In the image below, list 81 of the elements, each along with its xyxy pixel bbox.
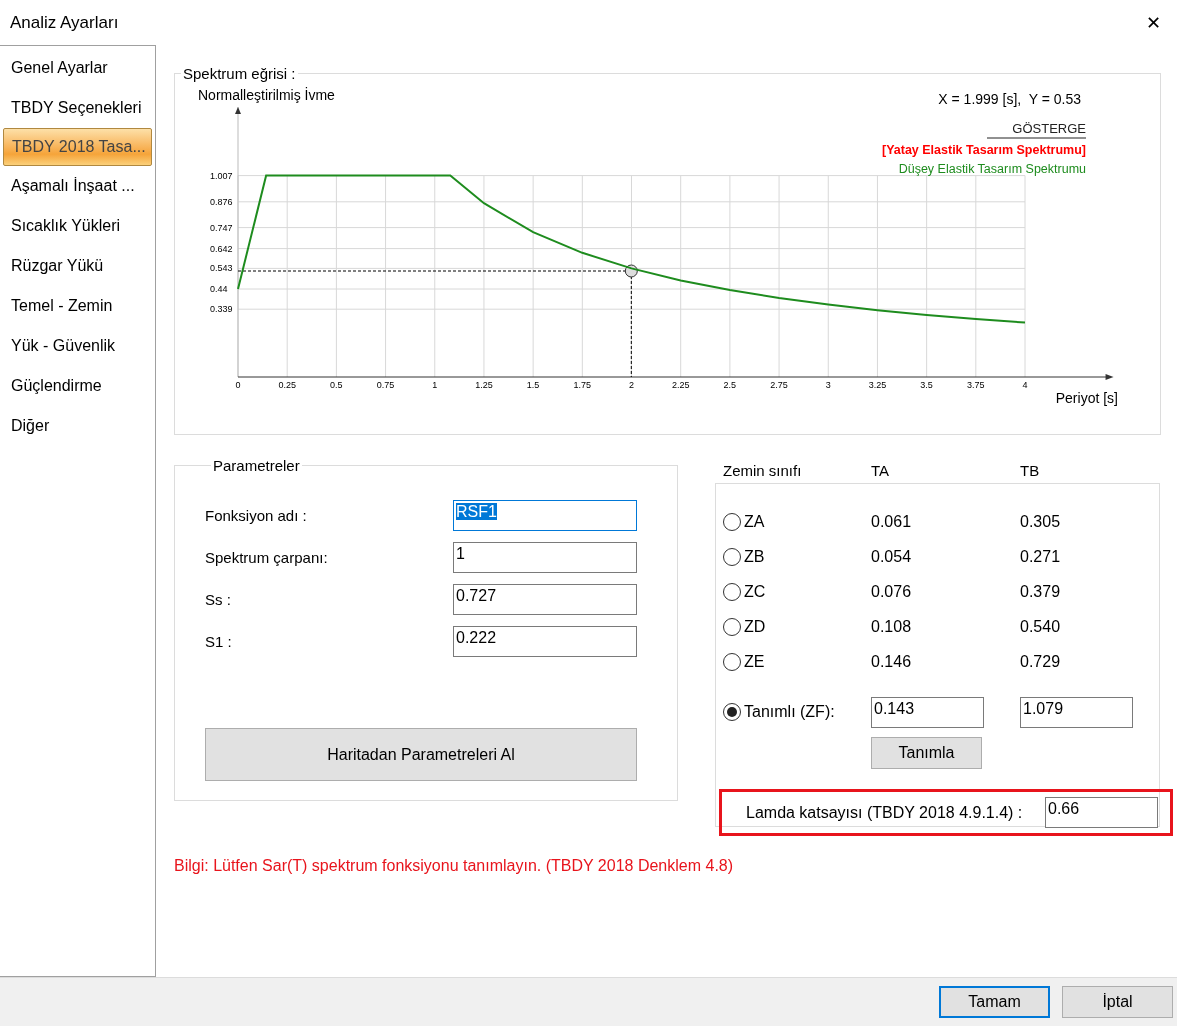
dialog-button[interactable]: İptal [1062, 986, 1173, 1018]
group-title: Parametreler [212, 457, 301, 474]
input-field[interactable]: 1.079 [1020, 696, 1133, 728]
x-tick-label: 1.25 [475, 380, 493, 390]
y-tick-label: 0.876 [210, 196, 233, 207]
group-title: Spektrum eğrisi : [182, 65, 297, 82]
column-header: Zemin sınıfı [723, 461, 803, 479]
y-tick-label: 0.339 [210, 304, 233, 315]
x-tick-label: 3.25 [868, 380, 887, 390]
map-parameters-button[interactable]: Haritadan Parametreleri Al [205, 728, 637, 781]
x-tick-label: 2.5 [723, 380, 737, 390]
legend-entry[interactable]: [Yatay Elastik Tasarım Spektrumu] [881, 143, 1086, 157]
input-field[interactable]: 1 [453, 541, 637, 573]
field-label: Spektrum çarpanı: [205, 548, 328, 566]
define-button[interactable]: Tanımla [871, 737, 982, 769]
sidebar-item[interactable]: Aşamalı İnşaat ... [0, 166, 152, 206]
y-tick-label: 1.007 [210, 170, 233, 181]
x-tick-label: 2.25 [671, 380, 690, 390]
input-field[interactable]: 0.222 [453, 625, 637, 657]
tb-value: 0.729 [1020, 652, 1062, 671]
radio-button[interactable]: ZA [723, 512, 871, 531]
ta-value: 0.146 [871, 652, 913, 671]
field-label: S1 : [205, 632, 232, 650]
y-tick-label: 0.44 [210, 284, 228, 294]
input-field[interactable]: 0.727 [453, 583, 637, 615]
ta-value: 0.108 [871, 617, 913, 636]
x-tick-label: 0.75 [376, 380, 395, 390]
sidebar-item[interactable]: Genel Ayarlar [0, 48, 152, 88]
radio-button[interactable]: ZC [723, 582, 871, 601]
legend-title: GÖSTERGE [1012, 121, 1086, 136]
x-tick-label: 1 [432, 380, 438, 390]
sidebar-item[interactable]: Güçlendirme [0, 366, 152, 406]
column-header: TA [871, 461, 891, 479]
y-axis-label: Normalleştirilmiş İvme [198, 87, 335, 103]
cursor-marker [624, 264, 638, 278]
input-field[interactable]: 0.66 [1045, 797, 1158, 828]
y-tick-label: 0.747 [210, 222, 233, 233]
x-tick-label: 2 [629, 380, 634, 390]
sidebar-item[interactable]: Diğer [0, 406, 152, 446]
sidebar-item[interactable]: TBDY Seçenekleri [0, 88, 152, 128]
window-title: Analiz Ayarları [10, 12, 119, 33]
info-message: Bilgi: Lütfen Sar(T) spektrum fonksiyonu tanımlayın. (TBDY 2018 Denklem 4.8) [174, 857, 735, 875]
field-label: Fonksiyon adı : [205, 506, 307, 524]
field-label: Ss : [205, 590, 231, 608]
x-tick-label: 1.75 [573, 380, 592, 390]
sidebar-item[interactable]: Temel - Zemin [0, 286, 152, 326]
dialog-button[interactable]: Tamam [939, 986, 1050, 1018]
x-tick-label: 3.5 [920, 380, 933, 390]
x-tick-label: 3 [825, 380, 831, 390]
sidebar-item[interactable]: Sıcaklık Yükleri [0, 206, 152, 246]
x-tick-label: 0 [235, 380, 241, 390]
x-tick-label: 0.5 [330, 380, 343, 390]
x-tick-label: 0.25 [278, 380, 296, 390]
cursor-readout: X = 1.999 [s], Y = 0.53 [938, 91, 1081, 107]
tb-value: 0.379 [1020, 582, 1062, 601]
tb-value: 0.305 [1020, 512, 1062, 531]
ta-value: 0.061 [871, 512, 913, 531]
sidebar-item[interactable]: Rüzgar Yükü [0, 246, 152, 286]
y-tick-label: 0.543 [210, 263, 233, 274]
tb-value: 0.540 [1020, 617, 1062, 636]
radio-button[interactable]: Tanımlı (ZF): [723, 703, 871, 721]
x-tick-label: 2.75 [770, 380, 788, 390]
ta-value: 0.076 [871, 582, 913, 601]
input-field[interactable]: 0.143 [871, 696, 984, 728]
x-tick-label: 4 [1022, 380, 1028, 390]
radio-button[interactable]: ZE [723, 652, 871, 671]
sidebar-item[interactable]: TBDY 2018 Tasa... [3, 128, 152, 166]
radio-button[interactable]: ZB [723, 547, 871, 566]
x-axis-label: Periyot [s] [1055, 390, 1118, 406]
x-tick-label: 3.75 [967, 380, 985, 390]
input-field[interactable]: RSF1 [453, 499, 637, 531]
x-tick-label: 1.5 [526, 380, 540, 390]
radio-button[interactable]: ZD [723, 617, 871, 636]
close-button[interactable]: ✕ [1141, 8, 1165, 37]
tb-value: 0.271 [1020, 547, 1062, 566]
column-header: TB [1020, 461, 1041, 479]
y-tick-label: 0.642 [210, 243, 233, 254]
sidebar-item[interactable]: Yük - Güvenlik [0, 326, 152, 366]
legend-entry[interactable]: Düşey Elastik Tasarım Spektrumu [898, 162, 1086, 176]
ta-value: 0.054 [871, 547, 913, 566]
field-label: Lamda katsayısı (TBDY 2018 4.9.1.4) : [746, 803, 1023, 822]
